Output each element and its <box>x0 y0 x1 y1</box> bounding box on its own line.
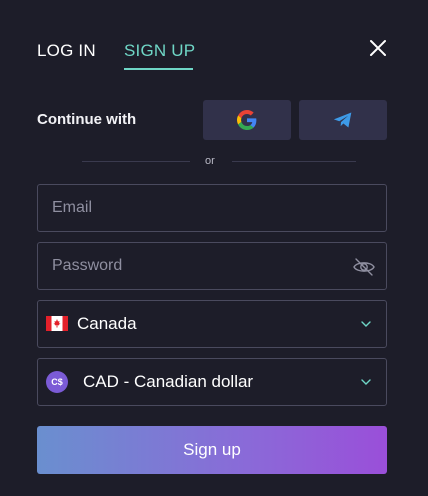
toggle-password-visibility-button[interactable] <box>352 255 376 279</box>
currency-select-value: CAD - Canadian dollar <box>83 372 254 391</box>
tab-login[interactable]: LOG IN <box>37 40 96 62</box>
divider-left <box>82 161 190 162</box>
active-tab-indicator <box>124 68 193 70</box>
google-login-button[interactable] <box>203 100 291 140</box>
telegram-icon <box>333 112 352 128</box>
country-select-value: Canada <box>77 314 137 333</box>
chevron-down-icon <box>361 379 371 385</box>
signup-button[interactable]: Sign up <box>37 426 387 474</box>
eye-off-icon <box>353 258 375 276</box>
canada-flag-icon <box>46 316 68 331</box>
currency-select[interactable]: C$ CAD - Canadian dollar <box>37 358 387 406</box>
divider-text: or <box>205 155 215 167</box>
password-field-container <box>37 242 387 290</box>
currency-coin-icon: C$ <box>46 371 68 393</box>
country-select[interactable]: Canada <box>37 300 387 348</box>
continue-with-label: Continue with <box>37 111 137 128</box>
email-field[interactable] <box>38 185 386 231</box>
tab-signup[interactable]: SIGN UP <box>124 40 195 62</box>
chevron-down-icon <box>361 321 371 327</box>
divider-right <box>232 161 356 162</box>
email-field-container <box>37 184 387 232</box>
close-button[interactable] <box>366 36 390 60</box>
telegram-login-button[interactable] <box>299 100 387 140</box>
password-field[interactable] <box>38 243 386 289</box>
auth-modal: LOG IN SIGN UP Continue with or Email Ca… <box>0 0 428 496</box>
close-icon <box>370 40 386 56</box>
google-icon <box>237 110 257 130</box>
